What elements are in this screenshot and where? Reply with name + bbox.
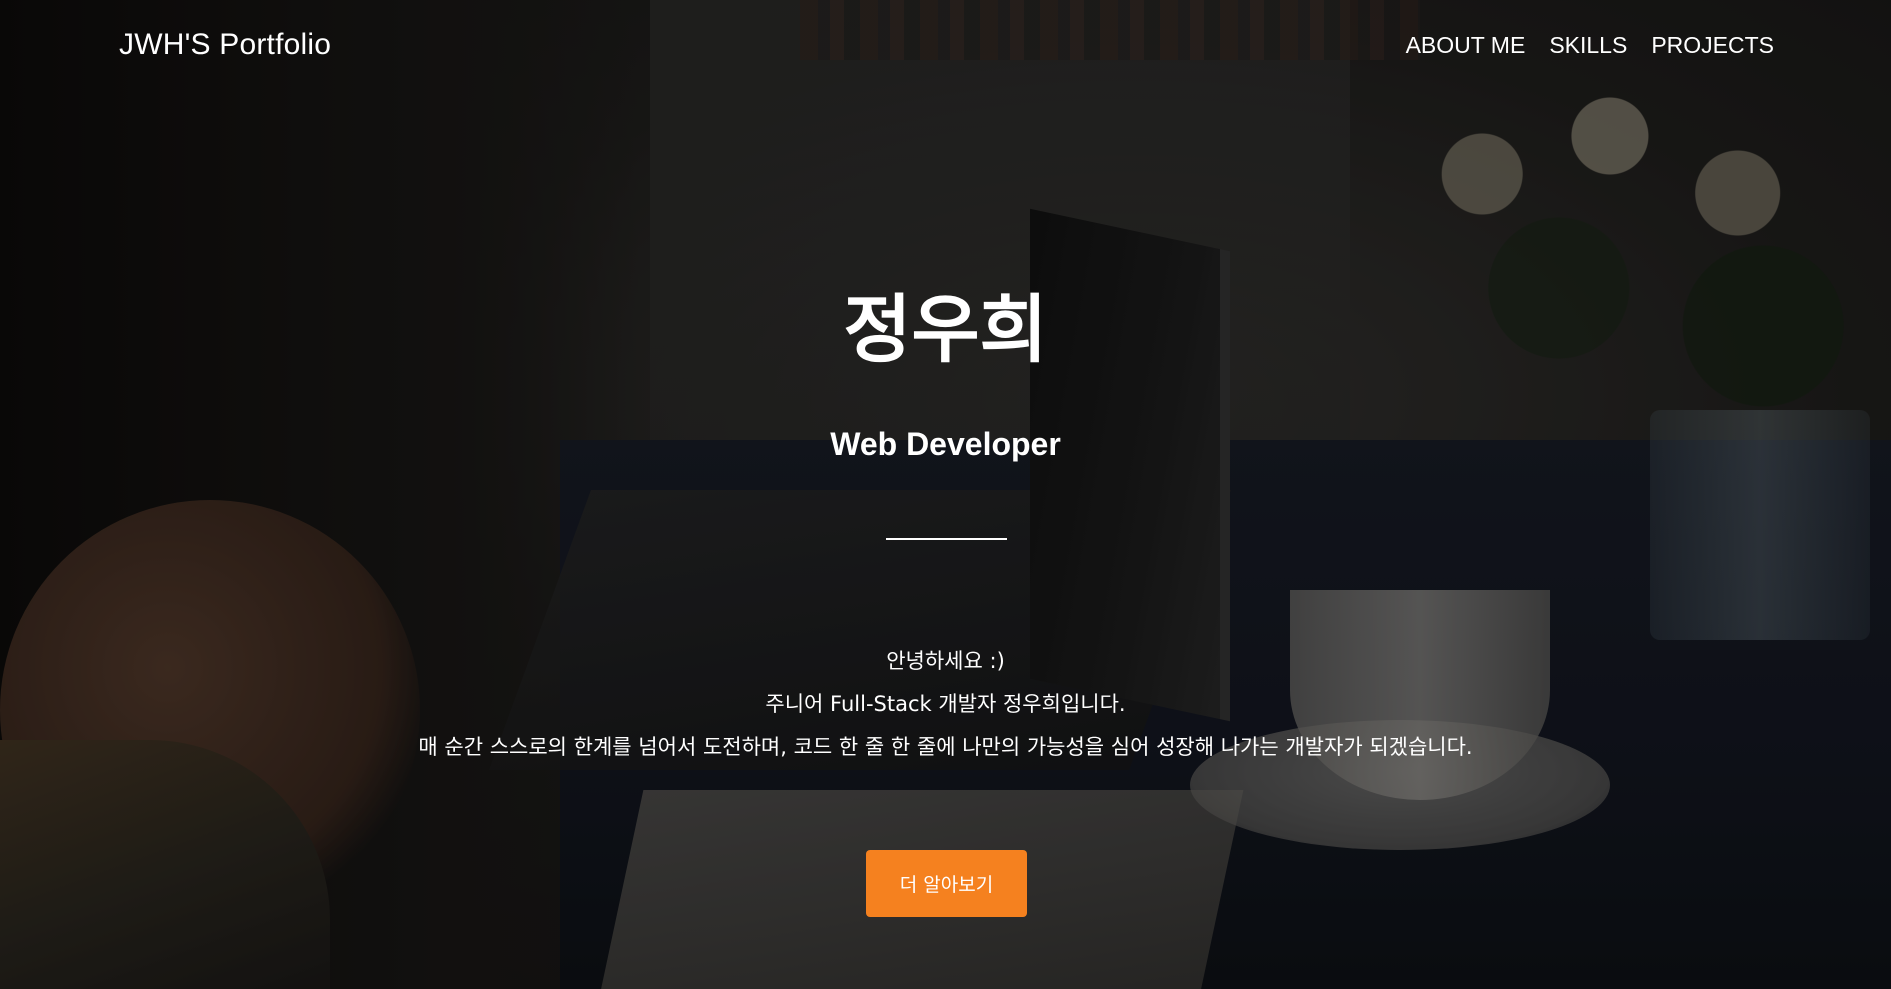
brand-link[interactable]: JWH'S Portfolio [119,28,331,62]
hero-name: 정우희 [843,287,1048,373]
hero-intro: 안녕하세요 :) 주니어 Full-Stack 개발자 정우희입니다. 매 순간… [0,640,1891,769]
intro-line-greeting: 안녕하세요 :) [886,649,1005,673]
intro-line-motto: 매 순간 스스로의 한계를 넘어서 도전하며, 코드 한 줄 한 줄에 나만의 … [418,735,1473,759]
nav-link-projects[interactable]: PROJECTS [1651,32,1774,59]
hero-content: 정우희 Web Developer 안녕하세요 :) 주니어 Full-Stac… [0,0,1891,989]
nav-links: ABOUT ME SKILLS PROJECTS [1406,32,1774,59]
nav-link-skills[interactable]: SKILLS [1549,32,1627,59]
top-navbar: JWH'S Portfolio ABOUT ME SKILLS PROJECTS [0,0,1891,96]
intro-line-title: 주니어 Full-Stack 개발자 정우희입니다. [765,692,1126,716]
nav-link-about-me[interactable]: ABOUT ME [1406,32,1526,59]
learn-more-button[interactable]: 더 알아보기 [866,850,1027,917]
hero-role: Web Developer [830,426,1061,462]
hero-divider [886,538,1007,540]
